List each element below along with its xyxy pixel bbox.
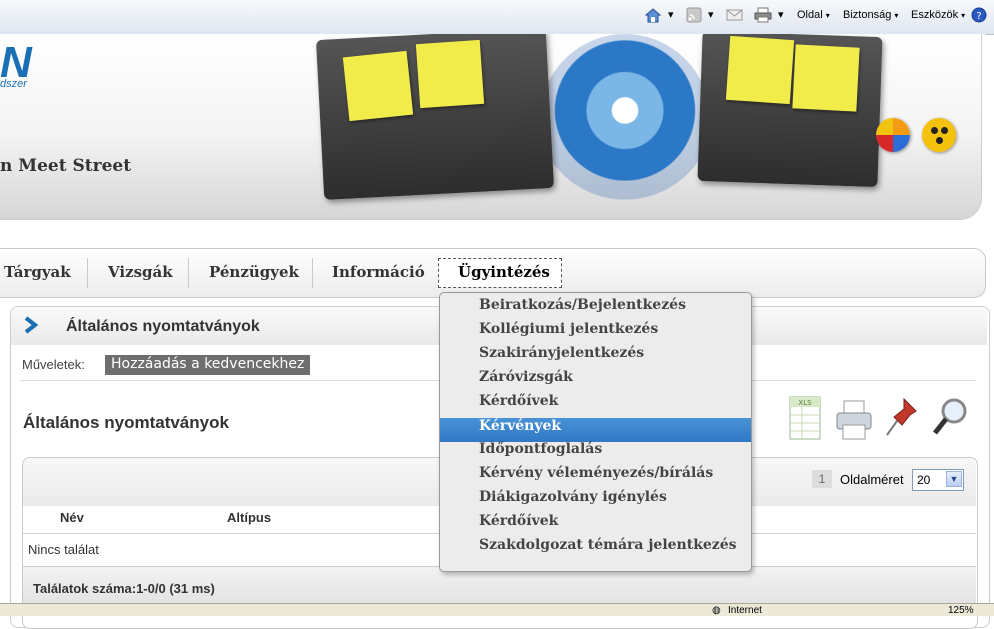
nav-item-ugyintezes[interactable]: Ügyintézés	[458, 263, 550, 281]
column-header-name[interactable]: Név	[60, 510, 84, 525]
decorative-splash	[540, 34, 710, 204]
chevron-right-icon	[24, 316, 38, 334]
svg-text:XLS: XLS	[798, 399, 812, 407]
empty-result-text: Nincs találat	[28, 542, 99, 557]
print-dropdown-icon[interactable]: ▾	[778, 8, 784, 21]
books-note-icon	[725, 35, 795, 105]
page-size-label: Oldalméret	[840, 472, 904, 487]
browser-command-bar: ▾ ▾ ▾ Oldal ▾ Biztonság ▾ Eszközök ▾ ?	[0, 0, 994, 35]
svg-text:?: ?	[976, 11, 981, 22]
page-number[interactable]: 1	[812, 470, 832, 488]
menu-item-kerdoivek-2[interactable]: Kérdőívek	[440, 513, 751, 537]
home-icon[interactable]	[644, 7, 662, 23]
browser-status-bar: ◍ Internet 125%	[0, 603, 994, 616]
column-header-subtype[interactable]: Altípus	[227, 510, 271, 525]
menu-item-zarovizsgak[interactable]: Záróvizsgák	[440, 369, 751, 393]
page-size-select[interactable]: 20 ▼	[912, 469, 964, 491]
printer-icon[interactable]	[834, 395, 874, 443]
nav-separator	[87, 258, 88, 288]
zoom-level[interactable]: 125%	[948, 605, 974, 616]
globe-note-icon	[415, 39, 485, 109]
printer-icon[interactable]	[754, 7, 772, 23]
rss-dropdown-icon[interactable]: ▾	[708, 8, 714, 21]
mail-icon[interactable]	[726, 7, 744, 23]
nav-separator	[188, 258, 189, 288]
add-to-favorites-button[interactable]: Hozzáadás a kedvencekhez	[105, 355, 311, 375]
help-icon[interactable]: ?	[971, 7, 989, 23]
tools-menu[interactable]: Eszközök ▾	[911, 9, 965, 21]
menu-item-diakigazolvany-igenyles[interactable]: Diákigazolvány igénylés	[440, 489, 751, 513]
nav-item-informacio[interactable]: Információ	[332, 263, 425, 281]
color-theme-icon[interactable]	[876, 118, 910, 152]
nav-item-penzugyek[interactable]: Pénzügyek	[209, 263, 299, 281]
chevron-down-icon[interactable]: ▼	[946, 471, 962, 487]
nav-item-targyak[interactable]: Tárgyak	[4, 263, 71, 281]
header-banner: N dszer n Meet Street	[0, 34, 985, 224]
menu-item-kervenyek[interactable]: Kérvények	[440, 418, 751, 442]
internet-zone-icon: ◍	[712, 605, 721, 616]
chemistry-note-icon	[342, 50, 414, 122]
pin-icon[interactable]	[882, 395, 922, 443]
operations-label: Műveletek:	[22, 357, 85, 372]
safety-menu[interactable]: Biztonság ▾	[843, 9, 898, 21]
nav-separator	[312, 258, 313, 288]
menu-item-kerdoivek[interactable]: Kérdőívek	[440, 393, 751, 417]
result-count: Találatok száma:1-0/0 (31 ms)	[33, 581, 215, 596]
rss-icon[interactable]	[686, 7, 704, 23]
header-street-text: n Meet Street	[0, 156, 132, 176]
magnifier-icon[interactable]	[930, 395, 970, 443]
menu-item-kollegiumi-jelentkezes[interactable]: Kollégiumi jelentkezés	[440, 321, 751, 345]
page-size-value: 20	[917, 473, 931, 487]
xls-export-icon[interactable]: XLS	[786, 395, 826, 443]
nav-item-vizsgak[interactable]: Vizsgák	[108, 263, 173, 281]
ugyintezes-dropdown-menu: Beiratkozás/Bejelentkezés Kollégiumi jel…	[439, 292, 752, 572]
menu-item-szakiranyjelentkezes[interactable]: Szakirányjelentkezés	[440, 345, 751, 369]
menu-item-kerveny-velemenyezes[interactable]: Kérvény véleményezés/bírálás	[440, 465, 751, 489]
menu-item-beiratkozas[interactable]: Beiratkozás/Bejelentkezés	[440, 297, 751, 321]
accessibility-icon[interactable]	[922, 118, 956, 152]
panel-title: Általános nyomtatványok	[66, 318, 260, 335]
laptop-note-icon	[792, 44, 860, 112]
security-zone-label: Internet	[728, 605, 762, 616]
menu-item-idopontfoglalas[interactable]: Időpontfoglalás	[440, 441, 751, 465]
section-title: Általános nyomtatványok	[23, 413, 229, 432]
home-dropdown-icon[interactable]: ▾	[668, 8, 674, 21]
page-menu[interactable]: Oldal ▾	[797, 9, 830, 21]
logo-subtitle: dszer	[0, 78, 27, 90]
menu-item-szakdolgozat-temara-jelentkezes[interactable]: Szakdolgozat témára jelentkezés	[440, 537, 751, 561]
